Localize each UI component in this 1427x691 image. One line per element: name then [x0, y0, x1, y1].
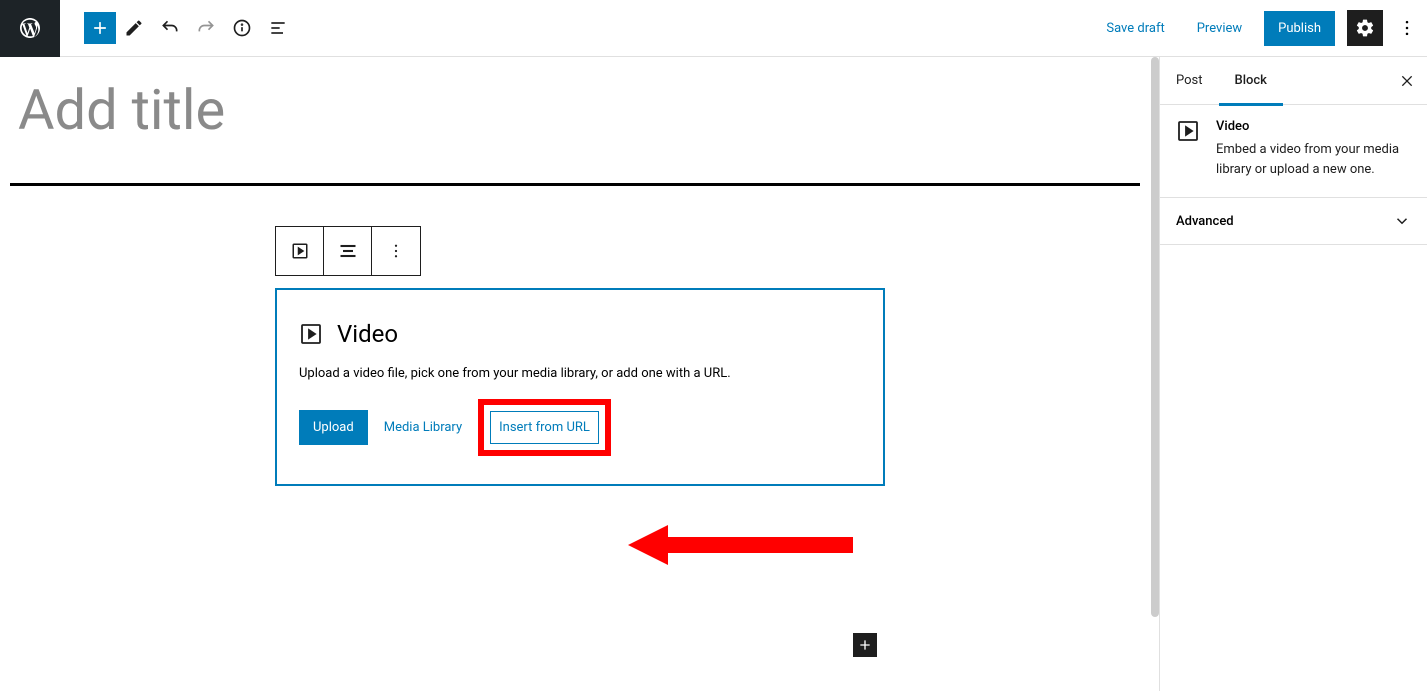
editor-topbar: Save draft Preview Publish [0, 0, 1427, 57]
insert-from-url-button[interactable]: Insert from URL [490, 411, 599, 444]
video-icon [299, 322, 323, 346]
chevron-down-icon [1393, 212, 1411, 230]
advanced-panel-toggle[interactable]: Advanced [1160, 198, 1427, 245]
upload-button[interactable]: Upload [299, 410, 368, 445]
main-area: Video Upload a video file, pick one from… [0, 57, 1427, 691]
toolbar-left [60, 10, 296, 46]
align-icon[interactable] [324, 227, 372, 275]
sidebar-block-info: Video Embed a video from your media libr… [1160, 105, 1427, 198]
close-sidebar-icon[interactable] [1387, 61, 1427, 101]
info-icon[interactable] [224, 10, 260, 46]
tab-post[interactable]: Post [1160, 57, 1219, 105]
scrollbar[interactable] [1151, 57, 1159, 617]
block-type-video-icon[interactable] [276, 227, 324, 275]
video-block-placeholder[interactable]: Video Upload a video file, pick one from… [275, 288, 885, 486]
insert-from-url-highlight: Insert from URL [478, 399, 611, 456]
title-separator [10, 183, 1140, 186]
block-toolbar [275, 226, 421, 276]
tab-block[interactable]: Block [1219, 57, 1283, 105]
video-block-description: Upload a video file, pick one from your … [299, 366, 861, 381]
wordpress-logo[interactable] [0, 0, 60, 57]
editor-canvas: Video Upload a video file, pick one from… [0, 57, 1159, 691]
settings-sidebar: Post Block Video Embed a video from your… [1159, 57, 1427, 691]
redo-icon[interactable] [188, 10, 224, 46]
annotation-arrow [628, 525, 858, 565]
video-icon [1176, 119, 1200, 143]
add-block-inline-button[interactable] [853, 633, 877, 657]
sidebar-block-description: Embed a video from your media library or… [1216, 140, 1411, 179]
undo-icon[interactable] [152, 10, 188, 46]
sidebar-tabs: Post Block [1160, 57, 1427, 105]
advanced-panel-label: Advanced [1176, 214, 1234, 229]
save-draft-button[interactable]: Save draft [1096, 15, 1174, 42]
add-block-button[interactable] [84, 12, 116, 44]
edit-tool-icon[interactable] [116, 10, 152, 46]
publish-button[interactable]: Publish [1264, 11, 1335, 46]
sidebar-block-title: Video [1216, 119, 1411, 134]
video-block-title: Video [337, 320, 398, 348]
outline-icon[interactable] [260, 10, 296, 46]
post-title-input[interactable] [0, 67, 1120, 183]
block-more-icon[interactable] [372, 227, 420, 275]
video-block-actions: Upload Media Library Insert from URL [299, 399, 861, 456]
media-library-button[interactable]: Media Library [384, 420, 462, 435]
preview-button[interactable]: Preview [1187, 15, 1252, 42]
more-menu-icon[interactable] [1395, 10, 1419, 46]
toolbar-right: Save draft Preview Publish [1096, 10, 1427, 46]
settings-gear-icon[interactable] [1347, 10, 1383, 46]
video-block-header: Video [299, 320, 861, 348]
